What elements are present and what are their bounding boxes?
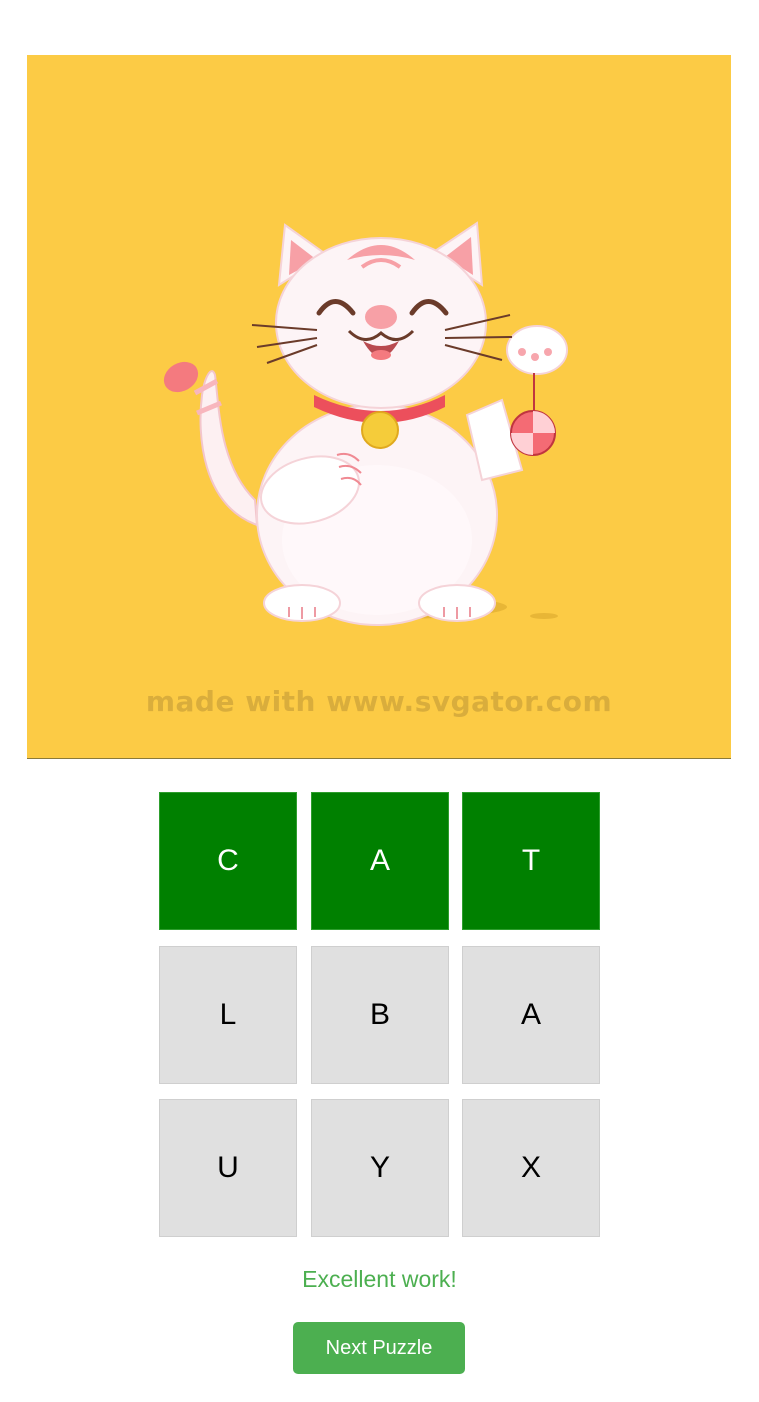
letter-tile[interactable]: U (159, 1099, 297, 1237)
letter-tile[interactable]: A (311, 792, 449, 930)
puzzle-image: made with www.svgator.com (27, 55, 731, 759)
letter-tile[interactable]: L (159, 946, 297, 1084)
word-puzzle-page: made with www.svgator.com C A T L B A U … (0, 0, 759, 1402)
letter-tile[interactable]: B (311, 946, 449, 1084)
watermark-text: made with www.svgator.com (145, 685, 613, 718)
lucky-cat-illustration (163, 221, 568, 626)
letter-tile[interactable]: X (462, 1099, 600, 1237)
letter-tile[interactable]: C (159, 792, 297, 930)
feedback-message: Excellent work! (302, 1266, 457, 1292)
letter-grid: C A T L B A U Y X (159, 792, 602, 1239)
letter-tile[interactable]: Y (311, 1099, 449, 1237)
letter-tile[interactable]: A (462, 946, 600, 1084)
letter-tile[interactable]: T (462, 792, 600, 930)
next-puzzle-button[interactable]: Next Puzzle (293, 1322, 465, 1374)
